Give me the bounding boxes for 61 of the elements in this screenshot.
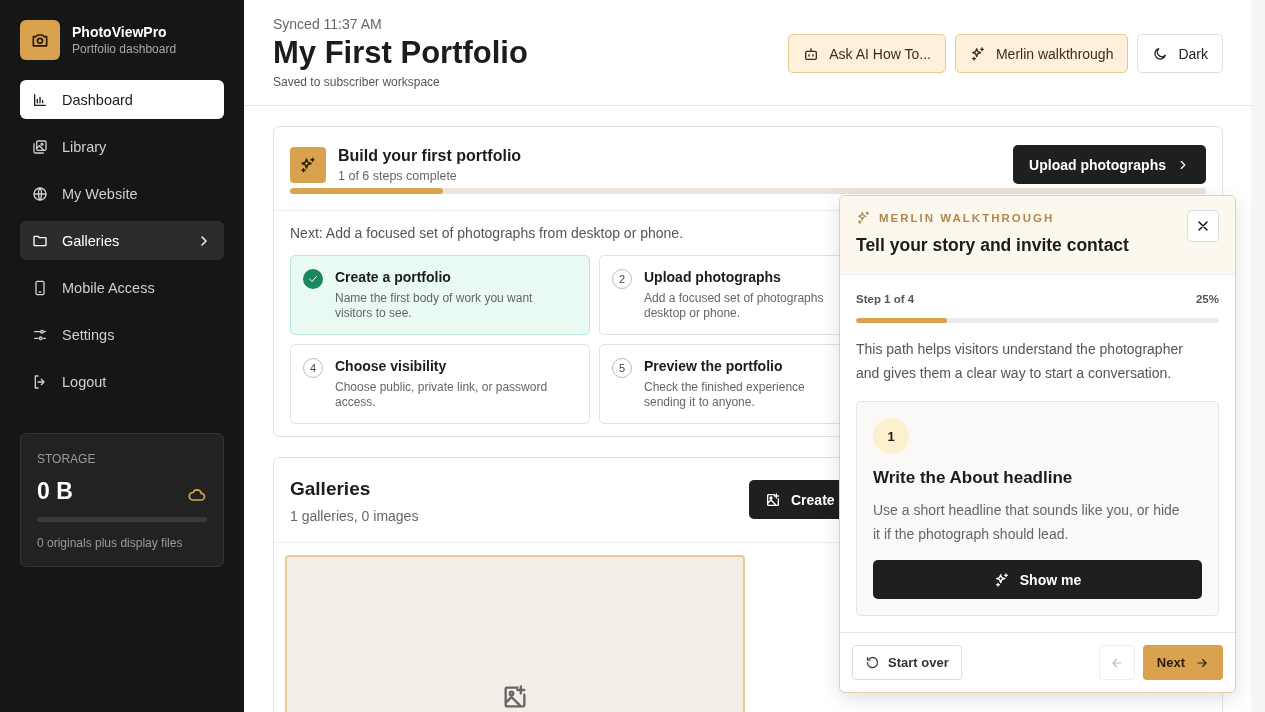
step-card[interactable]: Create a portfolio Name the first body of work you want visitors to see. [290, 255, 590, 335]
step-title: Preview the portfolio [644, 358, 784, 374]
task-number: 1 [873, 418, 909, 454]
upload-button[interactable]: Upload photographs [1013, 145, 1206, 184]
sparkle-glyph-icon [299, 155, 317, 174]
step-card[interactable]: 4 Choose visibility Choose public, private link, or password access. [290, 344, 590, 424]
galleries-title: Galleries [290, 478, 372, 500]
step-description: Check the finished experience [644, 380, 805, 395]
images-icon [32, 138, 48, 155]
step-title: Upload photographs [644, 269, 782, 285]
storage-value: 0 B [37, 478, 73, 505]
walkthrough-title: Tell your story and invite contact [856, 235, 1129, 256]
nav-item[interactable]: Library [20, 127, 224, 166]
moon-icon [1152, 45, 1169, 62]
nav-item[interactable]: Settings [20, 315, 224, 354]
step-description: access. [335, 395, 377, 410]
show-me-button[interactable]: Show me [873, 560, 1202, 599]
brand-subtitle: Portfolio dashboard [72, 42, 177, 56]
close-button[interactable] [1187, 210, 1219, 242]
galleries-count: 1 galleries, 0 images [290, 508, 420, 524]
walkthrough-label: MERLIN WALKTHROUGH [879, 211, 1055, 224]
step-description: visitors to see. [335, 306, 413, 321]
image-plus-icon [501, 683, 529, 711]
step-description: Name the first body of work you want [335, 291, 533, 306]
globe-icon [32, 185, 48, 202]
step-description: Choose public, private link, or password [335, 380, 548, 395]
onboarding-title: Build your first portfolio [338, 146, 522, 165]
progress-percent: 25% [1195, 293, 1219, 305]
step-description: Add a focused set of photographs [644, 291, 824, 306]
nav-item[interactable]: Dashboard [20, 80, 224, 119]
sparkle-icon [993, 571, 1010, 588]
phone-icon [32, 279, 48, 296]
sparkle-icon [969, 45, 986, 62]
storage-note: 0 originals plus display files [37, 536, 184, 550]
onboarding-progress-text: 1 of 6 steps complete [338, 168, 458, 183]
task-title: Write the About headline [873, 468, 1074, 488]
step-title: Create a portfolio [335, 269, 452, 285]
header-button[interactable]: Ask AI How To... [788, 34, 946, 73]
restart-icon [865, 655, 880, 670]
step-description: desktop or phone. [644, 306, 742, 321]
next-button[interactable]: Next [1142, 645, 1223, 680]
nav-item[interactable]: My Website [20, 174, 224, 213]
step-title: Choose visibility [335, 358, 448, 374]
task-text: Use a short headline that sounds like you, or hide it if the photograph should lead. [873, 501, 1181, 544]
storage-label: STORAGE [37, 452, 97, 466]
sync-status: Synced 11:37 AM [273, 16, 383, 32]
bot-icon [803, 45, 820, 62]
sparkle-icon [856, 210, 871, 225]
nav-item[interactable]: Logout [20, 362, 224, 401]
image-plus-icon [765, 491, 781, 508]
page-title: My First Portfolio [273, 35, 528, 71]
page-subtitle: Saved to subscriber workspace [273, 75, 441, 89]
nav-item[interactable]: Galleries [20, 221, 224, 260]
next-step-text: Next: Add a focused set of photographs from desktop or phone. [290, 225, 685, 241]
step-description: sending it to anyone. [644, 395, 756, 410]
header-button[interactable]: Dark [1137, 34, 1223, 73]
chart-icon [32, 91, 48, 108]
header-button[interactable]: Merlin walkthrough [954, 34, 1129, 73]
nav-item[interactable]: Mobile Access [20, 268, 224, 307]
start-over-button[interactable]: Start over [852, 645, 962, 680]
brand-name: PhotoViewPro [72, 24, 168, 40]
